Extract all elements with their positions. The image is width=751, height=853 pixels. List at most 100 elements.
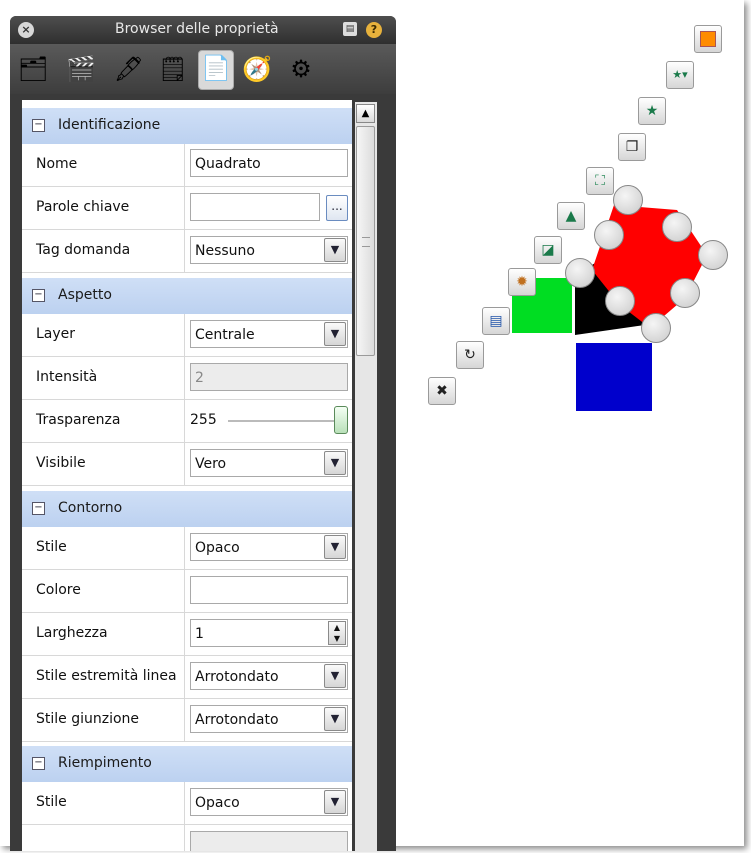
stepper-arrows-icon[interactable]: ▲ ▼ (328, 621, 346, 645)
select-value: Arrotondato (195, 712, 279, 728)
chevron-down-icon[interactable]: ▼ (324, 790, 346, 814)
section-title: Identificazione (58, 117, 161, 133)
actions-icon[interactable]: ⚙ (284, 52, 318, 86)
collapse-icon[interactable]: − (32, 757, 45, 770)
rotate-handle[interactable] (698, 240, 728, 270)
divider (184, 187, 185, 229)
divider (184, 527, 185, 569)
layers-icon[interactable]: ◪ (534, 236, 562, 264)
row-trasparenza: Trasparenza 255 (22, 400, 352, 443)
stile-contorno-select[interactable]: Opaco ▼ (190, 533, 348, 561)
document-icon[interactable]: ▤ (343, 22, 357, 36)
section-riempimento[interactable]: − Riempimento (22, 746, 352, 782)
selection-handle[interactable] (662, 212, 692, 242)
row-label: Intensità (36, 369, 98, 385)
gear-icon[interactable]: ✹ (508, 268, 536, 296)
row-stile-riempimento: Stile Opaco ▼ (22, 782, 352, 825)
layer-select[interactable]: Centrale ▼ (190, 320, 348, 348)
triangle-icon[interactable]: ▲ (557, 202, 585, 230)
divider (184, 443, 185, 485)
divider (184, 314, 185, 356)
section-contorno[interactable]: − Contorno (22, 491, 352, 527)
divider (184, 230, 185, 272)
divider (184, 400, 185, 442)
star-small-icon[interactable]: ★▾ (666, 61, 694, 89)
row-stile-estremita: Stile estremità linea Arrotondato ▼ (22, 656, 352, 699)
row-stile-giunzione: Stile giunzione Arrotondato ▼ (22, 699, 352, 742)
selection-handle[interactable] (641, 313, 671, 343)
nome-input[interactable]: Quadrato (190, 149, 348, 177)
row-label: Tag domanda (36, 242, 131, 258)
blue-square[interactable] (576, 343, 652, 411)
notes-icon[interactable]: 🗒 (156, 52, 190, 86)
row-parole-chiave: Parole chiave ... (22, 187, 352, 230)
properties-icon[interactable]: ▤ (482, 307, 510, 335)
selection-handle[interactable] (594, 220, 624, 250)
chevron-down-icon[interactable]: ▼ (324, 322, 346, 346)
shape-group (512, 205, 707, 411)
crop-icon[interactable]: ⛶ (586, 167, 614, 195)
chevron-down-icon[interactable]: ▼ (324, 535, 346, 559)
chevron-down-icon[interactable]: ▼ (324, 707, 346, 731)
select-value: Vero (195, 456, 227, 472)
collapse-icon[interactable]: − (32, 502, 45, 515)
row-intensita: Intensità 2 (22, 357, 352, 400)
row-nome: Nome Quadrato (22, 144, 352, 187)
row-label: Trasparenza (36, 412, 121, 428)
help-icon[interactable]: ? (366, 22, 382, 38)
panel-title: Browser delle proprietà (115, 21, 279, 37)
stile-giunzione-select[interactable]: Arrotondato ▼ (190, 705, 348, 733)
section-identificazione[interactable]: − Identificazione (22, 108, 352, 144)
row-label: Nome (36, 156, 78, 172)
select-all-icon[interactable] (694, 25, 722, 53)
objects-icon[interactable]: 🖋 (112, 52, 146, 86)
select-value: Opaco (195, 795, 240, 811)
selection-handle[interactable] (613, 185, 643, 215)
section-title: Contorno (58, 500, 123, 516)
property-browser-panel: × Browser delle proprietà ▤ ? 🗂 🎬 🖋 🗒 📄 … (10, 16, 396, 851)
row-label: Stile (36, 539, 67, 555)
rotate-icon[interactable]: ↻ (456, 341, 484, 369)
copy-icon[interactable]: ❐ (618, 133, 646, 161)
row-stile-contorno: Stile Opaco ▼ (22, 527, 352, 570)
resize-icon[interactable]: ✖ (428, 377, 456, 405)
canvas-area[interactable]: ★▾ ★ ❐ ⛶ ▲ ◪ ✹ ▤ ↻ ✖ (400, 0, 745, 846)
collapse-icon[interactable]: − (32, 119, 45, 132)
chevron-down-icon[interactable]: ▼ (324, 451, 346, 475)
chevron-down-icon[interactable]: ▼ (324, 664, 346, 688)
selection-handle[interactable] (565, 258, 595, 288)
gallery-icon[interactable]: 🎬 (64, 52, 98, 86)
colore-picker[interactable] (190, 576, 348, 604)
tag-domanda-select[interactable]: Nessuno ▼ (190, 236, 348, 264)
properties-page-icon[interactable]: 🗂 (16, 52, 50, 86)
browse-keywords-button[interactable]: ... (326, 195, 348, 221)
trasparenza-slider-thumb[interactable] (334, 406, 348, 434)
select-value: Arrotondato (195, 669, 279, 685)
chevron-down-icon[interactable]: ▼ (324, 238, 346, 262)
stile-riempimento-select[interactable]: Opaco ▼ (190, 788, 348, 816)
tools-icon[interactable]: 🧭 (240, 52, 274, 86)
scrollbar-thumb[interactable] (356, 126, 375, 356)
select-value: Centrale (195, 327, 255, 343)
visibile-select[interactable]: Vero ▼ (190, 449, 348, 477)
row-layer: Layer Centrale ▼ (22, 314, 352, 357)
row-partial (22, 825, 352, 851)
row-label: Colore (36, 582, 81, 598)
trasparenza-slider-track[interactable] (228, 420, 340, 422)
stile-estremita-select[interactable]: Arrotondato ▼ (190, 662, 348, 690)
intensita-input: 2 (190, 363, 348, 391)
section-aspetto[interactable]: − Aspetto (22, 278, 352, 314)
star-large-icon[interactable]: ★ (638, 97, 666, 125)
property-sheet-icon[interactable]: 📄 (198, 50, 234, 90)
collapse-icon[interactable]: − (32, 289, 45, 302)
close-icon[interactable]: × (18, 22, 34, 38)
parole-chiave-input[interactable] (190, 193, 320, 221)
larghezza-stepper[interactable]: 1 ▲ ▼ (190, 619, 348, 647)
vertical-scrollbar[interactable]: ▲ (355, 102, 377, 851)
divider (184, 613, 185, 655)
selection-handle[interactable] (605, 286, 635, 316)
row-larghezza: Larghezza 1 ▲ ▼ (22, 613, 352, 656)
scroll-up-icon[interactable]: ▲ (356, 104, 375, 123)
row-label: Layer (36, 326, 76, 342)
selection-handle[interactable] (670, 278, 700, 308)
